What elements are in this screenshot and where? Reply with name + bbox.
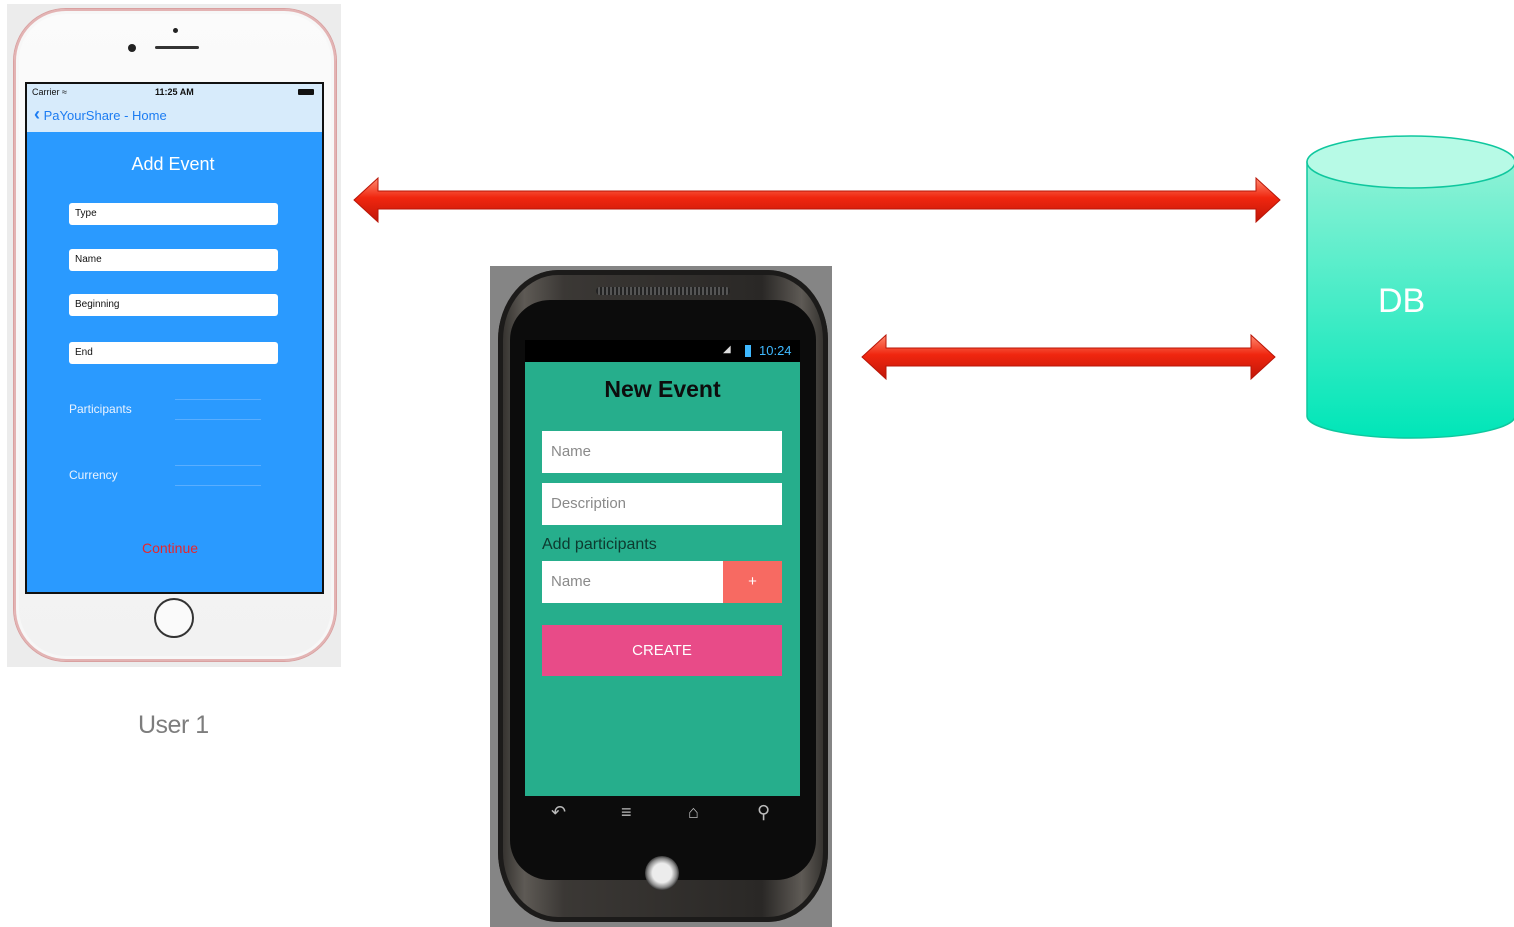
- participants-picker-line-bottom: [175, 419, 261, 420]
- create-button[interactable]: CREATE: [542, 625, 782, 676]
- android-status-bar: ◢ 10:24: [525, 340, 800, 362]
- search-icon[interactable]: ⚲: [757, 802, 770, 823]
- signal-icon: ◢: [723, 344, 731, 355]
- android-nav-bar: ↶ ≡ ⌂ ⚲: [525, 796, 800, 836]
- back-button[interactable]: ‹ PaYourShare - Home: [34, 105, 167, 123]
- beginning-field[interactable]: Beginning: [69, 294, 278, 316]
- iphone-sensor: [173, 28, 178, 33]
- android-speaker: [596, 287, 730, 295]
- db-label: DB: [1378, 282, 1426, 320]
- continue-button[interactable]: Continue: [27, 540, 313, 556]
- currency-label: Currency: [69, 468, 118, 482]
- currency-picker-line-top: [175, 465, 261, 466]
- page-title: Add Event: [131, 154, 215, 174]
- carrier-label: Carrier: [32, 87, 60, 97]
- iphone-camera: [128, 44, 136, 52]
- participants-picker-line-top: [175, 399, 261, 400]
- ios-carrier: Carrier ≈: [32, 87, 67, 97]
- name-input[interactable]: Name: [542, 431, 782, 473]
- battery-icon: [745, 345, 751, 357]
- description-input[interactable]: Description: [542, 483, 782, 525]
- ios-screen: Carrier ≈ 11:25 AM ‹ PaYourShare - Home …: [25, 82, 324, 594]
- bidirectional-arrow-android-db: [861, 333, 1276, 381]
- currency-picker-line-bottom: [175, 485, 261, 486]
- chevron-left-icon: ‹: [34, 104, 40, 124]
- home-icon[interactable]: ⌂: [688, 802, 699, 823]
- end-field[interactable]: End: [69, 342, 278, 364]
- iphone-speaker: [155, 46, 199, 49]
- participants-label: Participants: [69, 402, 132, 416]
- add-participants-label: Add participants: [542, 536, 657, 553]
- android-screen: ◢ 10:24 New Event Name Description Add p…: [525, 340, 800, 796]
- page-title: New Event: [604, 376, 721, 402]
- user-label: User 1: [138, 711, 209, 739]
- iphone-home-button: [154, 598, 194, 638]
- android-trackball: [645, 856, 679, 890]
- ios-time: 11:25 AM: [155, 87, 194, 97]
- type-field[interactable]: Type: [69, 203, 278, 225]
- android-time: 10:24: [759, 343, 792, 358]
- ios-status-bar: Carrier ≈ 11:25 AM: [27, 84, 322, 100]
- wifi-icon: ≈: [62, 87, 67, 97]
- ios-nav-bar: ‹ PaYourShare - Home: [27, 100, 322, 132]
- participant-name-input[interactable]: Name: [542, 561, 723, 603]
- bidirectional-arrow-ios-db: [353, 176, 1281, 224]
- battery-icon: [298, 89, 314, 95]
- add-participant-button[interactable]: +: [723, 561, 782, 603]
- menu-icon[interactable]: ≡: [621, 802, 632, 823]
- back-button-label: PaYourShare - Home: [43, 108, 167, 123]
- name-field[interactable]: Name: [69, 249, 278, 271]
- back-icon[interactable]: ↶: [551, 802, 566, 823]
